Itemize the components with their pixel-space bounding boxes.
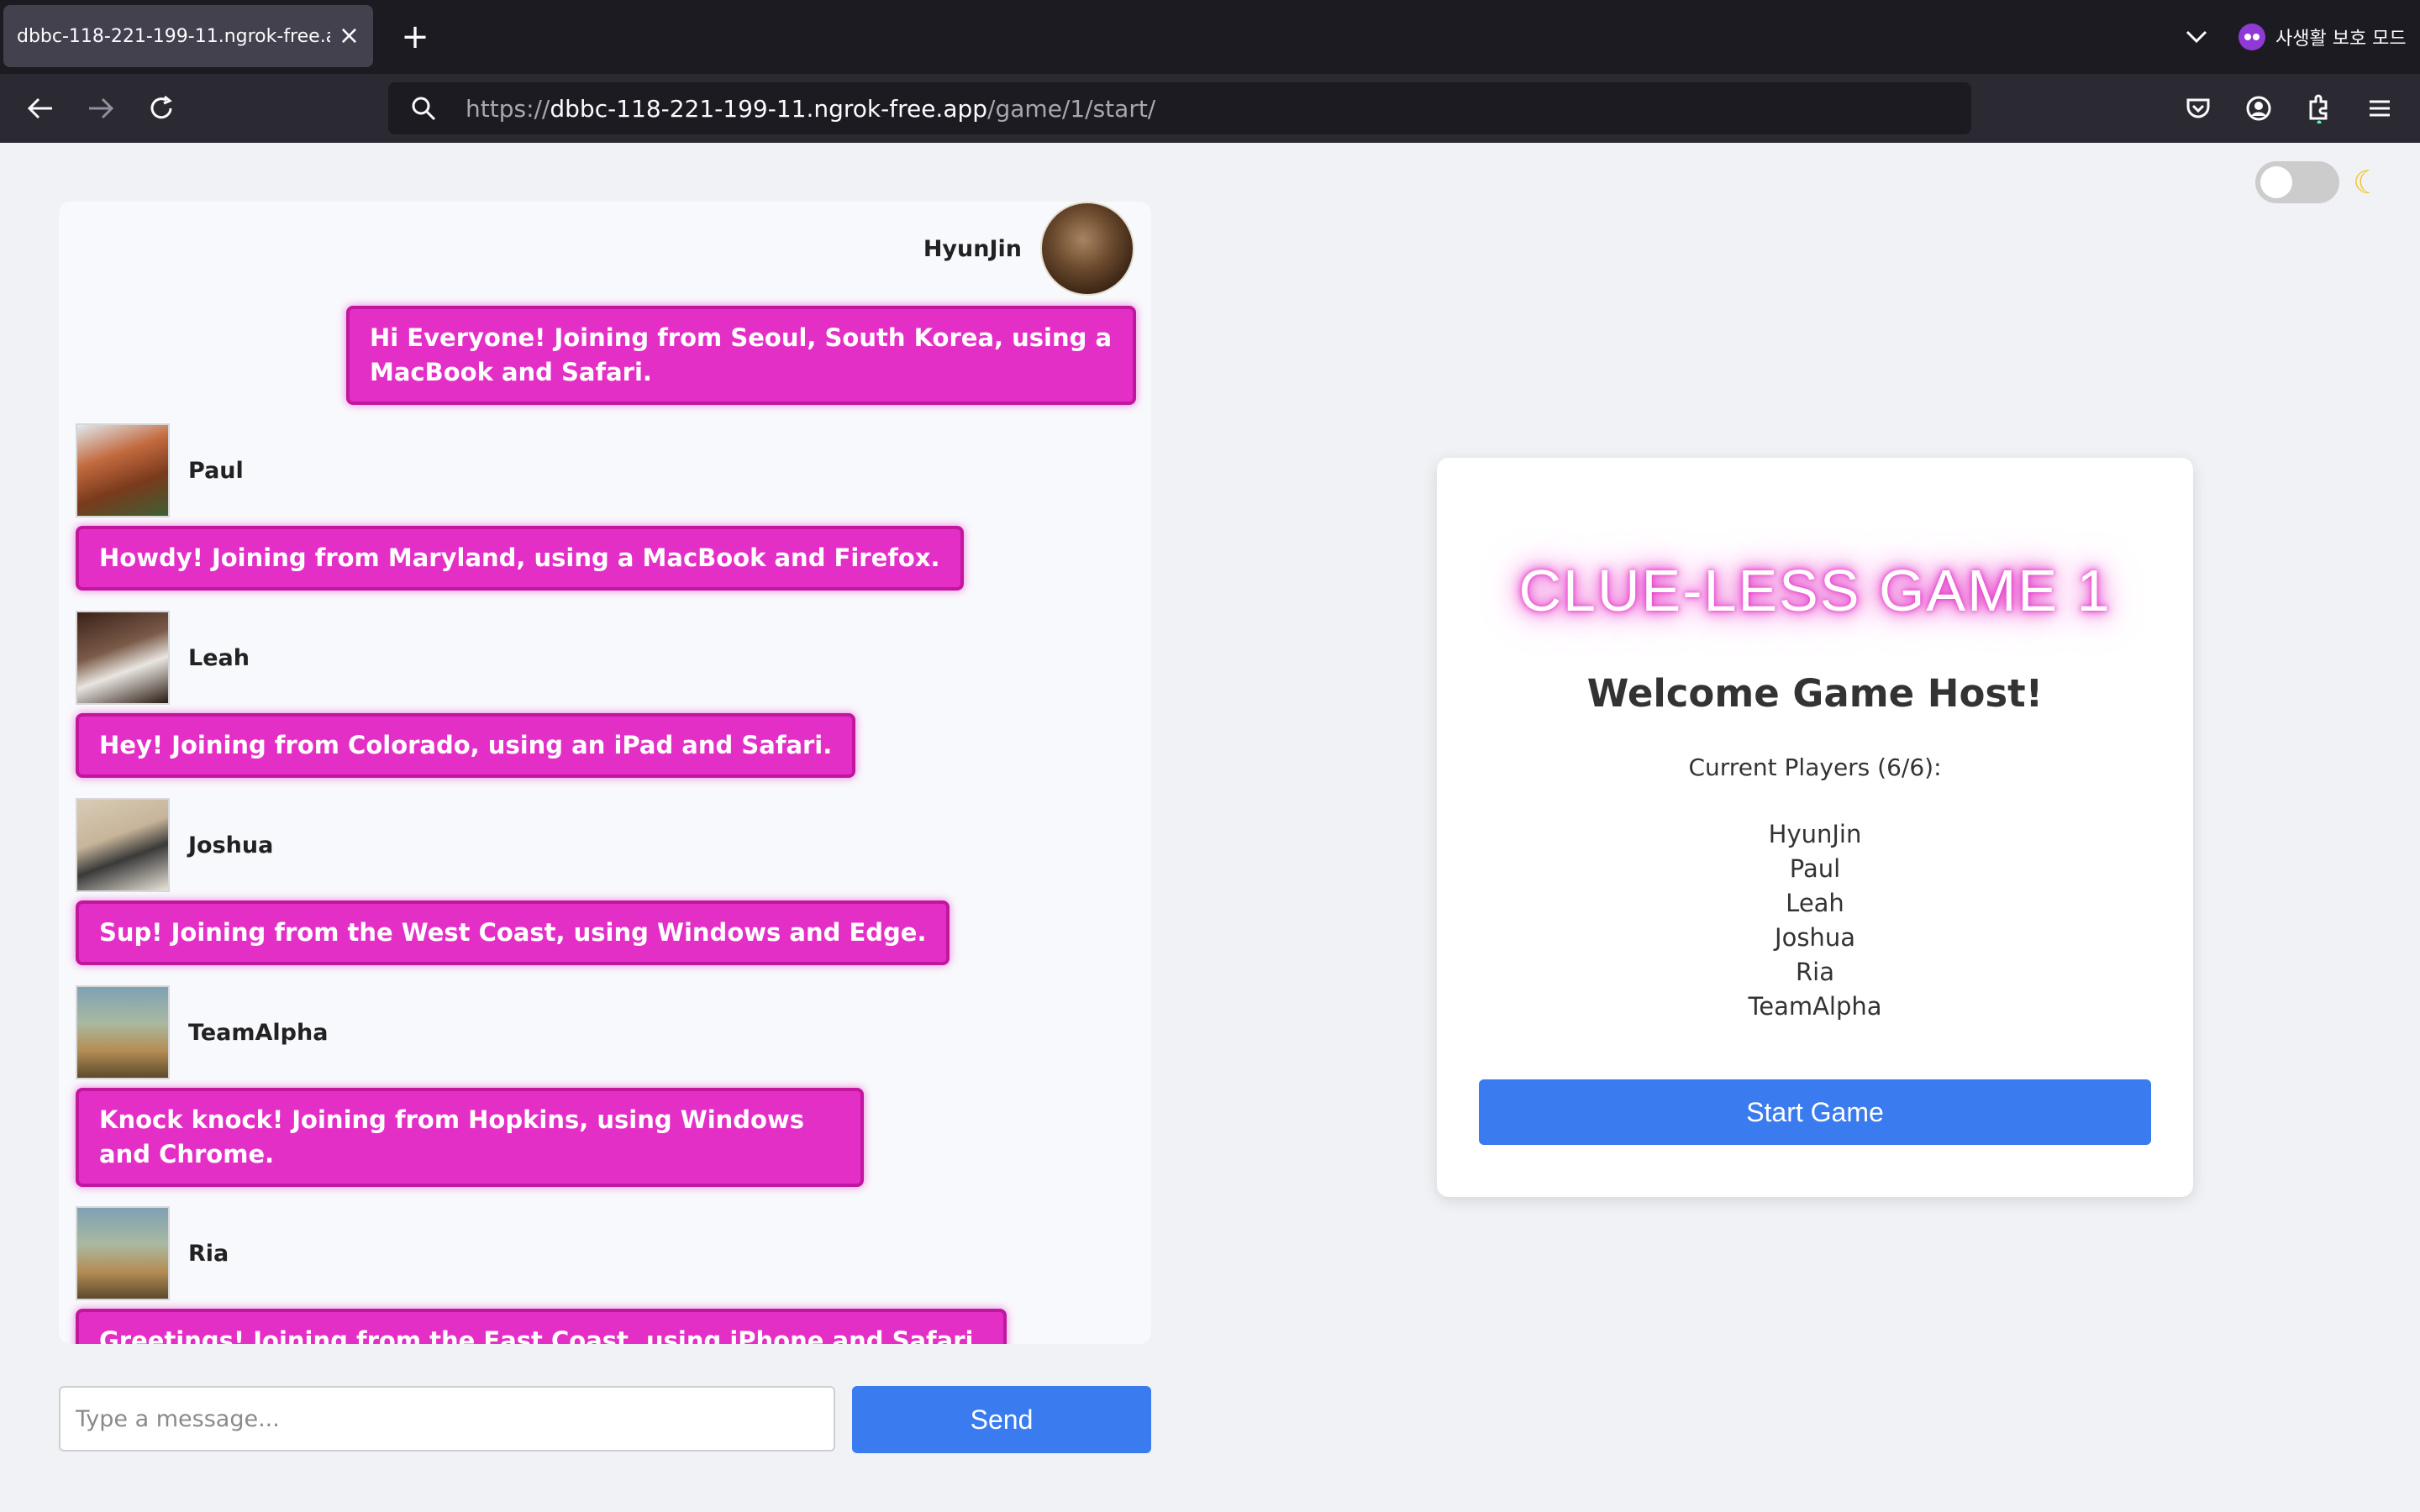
game-title: CLUE-LESS GAME 1 (1518, 558, 2112, 623)
url-bar[interactable]: https://dbbc-118-221-199-11.ngrok-free.a… (388, 82, 1971, 134)
url-scheme: https:// (466, 94, 550, 123)
chat-message-bubble: Greetings! Joining from the East Coast, … (76, 1309, 1007, 1344)
new-tab-plus-icon[interactable]: + (395, 17, 435, 57)
private-mask-icon (2238, 24, 2265, 50)
message-header: TeamAlpha (76, 985, 328, 1079)
player-item: HyunJin (1768, 820, 1862, 848)
game-lobby-card: CLUE-LESS GAME 1 Welcome Game Host! Curr… (1437, 458, 2193, 1197)
message-header: Joshua (76, 798, 273, 892)
start-game-button[interactable]: Start Game (1479, 1079, 2151, 1145)
players-heading: Current Players (6/6): (1688, 753, 1942, 781)
chat-message-bubble: Howdy! Joining from Maryland, using a Ma… (76, 526, 964, 591)
message-header: Ria (76, 1206, 229, 1300)
url-path: /game/1/start/ (987, 94, 1156, 123)
avatar (76, 423, 170, 517)
browser-tab[interactable]: dbbc-118-221-199-11.ngrok-free.app × (3, 5, 373, 67)
message-header: Paul (76, 423, 244, 517)
extensions-icon[interactable] (2299, 88, 2339, 129)
toggle-knob (2260, 166, 2292, 198)
private-mode-indicator: 사생활 보호 모드 (2238, 18, 2407, 55)
reload-icon[interactable] (141, 88, 182, 129)
message-header: Leah (76, 611, 250, 705)
pocket-icon[interactable] (2178, 88, 2218, 129)
sender-name: Ria (188, 1240, 229, 1267)
account-icon[interactable] (2238, 88, 2279, 129)
welcome-heading: Welcome Game Host! (1586, 671, 2044, 716)
sender-name: Joshua (188, 832, 274, 858)
chat-message-bubble: Knock knock! Joining from Hopkins, using… (76, 1088, 864, 1187)
chat-message-bubble: Sup! Joining from the West Coast, using … (76, 900, 950, 965)
private-mode-label: 사생활 보호 모드 (2275, 29, 2407, 50)
send-button[interactable]: Send (852, 1386, 1151, 1453)
chat-message-bubble: Hi Everyone! Joining from Seoul, South K… (346, 306, 1136, 405)
avatar (76, 798, 170, 892)
players-list: HyunJin Paul Leah Joshua Ria TeamAlpha (1437, 817, 2193, 1024)
tab-title: dbbc-118-221-199-11.ngrok-free.app (17, 25, 330, 47)
message-header-own: HyunJin (923, 202, 1134, 296)
url-host: dbbc-118-221-199-11.ngrok-free.app (550, 94, 988, 123)
sender-name: TeamAlpha (188, 1019, 329, 1046)
player-item: Leah (1786, 889, 1844, 917)
avatar (76, 611, 170, 705)
avatar (76, 985, 170, 1079)
moon-icon: ☾ (2353, 164, 2382, 201)
dark-mode-toggle[interactable] (2255, 161, 2339, 203)
chevron-down-icon[interactable] (2176, 17, 2217, 57)
player-item: Joshua (1775, 923, 1855, 952)
player-item: Ria (1796, 958, 1834, 986)
sender-name: Leah (188, 644, 250, 671)
search-icon (407, 92, 440, 125)
browser-nav-bar: https://dbbc-118-221-199-11.ngrok-free.a… (0, 74, 2420, 143)
close-icon[interactable]: × (339, 24, 360, 49)
avatar (1040, 202, 1134, 296)
hamburger-menu-icon[interactable] (2360, 88, 2400, 129)
forward-arrow-icon[interactable] (81, 88, 121, 129)
browser-tab-bar: dbbc-118-221-199-11.ngrok-free.app × + 사… (0, 0, 2420, 74)
avatar (76, 1206, 170, 1300)
chat-panel[interactable]: HyunJin Hi Everyone! Joining from Seoul,… (59, 202, 1151, 1344)
message-input[interactable] (59, 1386, 835, 1452)
player-item: TeamAlpha (1748, 992, 1882, 1021)
sender-name: Paul (188, 457, 244, 484)
back-arrow-icon[interactable] (20, 88, 60, 129)
sender-name: HyunJin (923, 235, 1022, 262)
chat-message-bubble: Hey! Joining from Colorado, using an iPa… (76, 713, 856, 778)
page-content: ☾ HyunJin Hi Everyone! Joining from Seou… (0, 143, 2420, 1512)
player-item: Paul (1789, 854, 1841, 883)
